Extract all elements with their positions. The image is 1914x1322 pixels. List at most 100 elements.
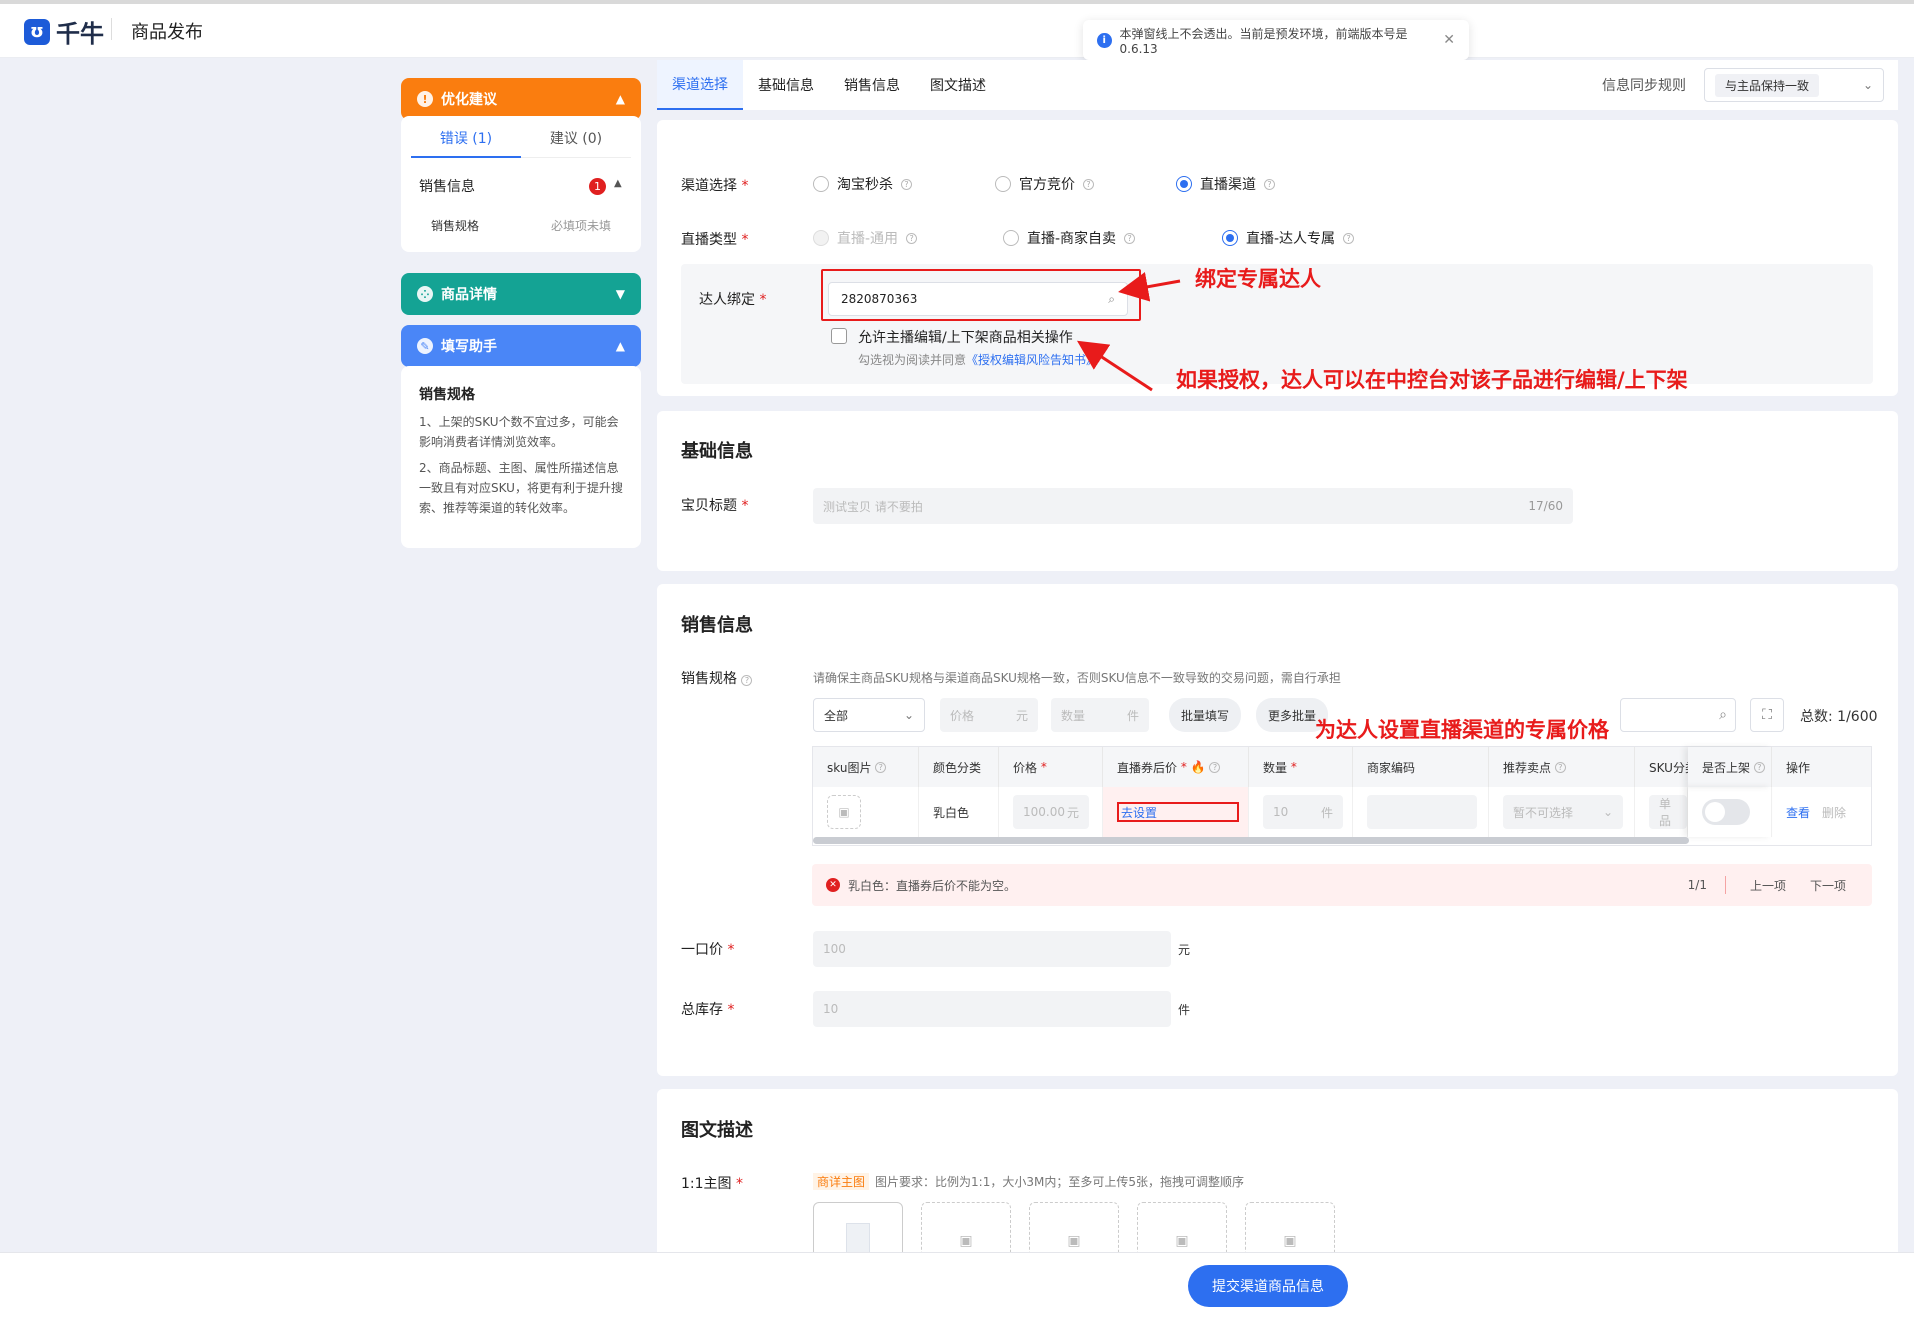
env-toast: i 本弹窗线上不会透出。当前是预发环境，前端版本号是0.6.13 ✕ [1083, 20, 1469, 60]
batch-qty-input[interactable]: 数量 件 [1051, 698, 1149, 732]
agreement-link[interactable]: 《授权编辑风险告知书》 [966, 353, 1098, 367]
sku-qty-input[interactable]: 10 件 [1263, 795, 1343, 829]
radio-circle-selected[interactable] [1222, 230, 1238, 246]
helper-panel-header[interactable]: ✎ 填写助手 ▲ [401, 325, 641, 367]
radio-circle[interactable] [1003, 230, 1019, 246]
help-icon[interactable]: ? [1343, 232, 1355, 244]
sync-rule-select[interactable]: 与主品保持一致 ⌄ [1704, 68, 1884, 102]
help-icon[interactable]: ? [1083, 178, 1094, 190]
sku-qty-value: 10 [1273, 805, 1289, 819]
error-group-label[interactable]: 销售信息 [419, 176, 475, 196]
search-icon[interactable]: ⌕ [1719, 707, 1727, 723]
batch-price-input[interactable]: 价格 元 [940, 698, 1038, 732]
radio-live-talent[interactable]: 直播-达人专属? [1222, 228, 1355, 248]
error-icon: ✕ [826, 878, 840, 892]
radio-live-channel[interactable]: 直播渠道? [1176, 174, 1275, 194]
search-icon[interactable]: ⌕ [1108, 292, 1115, 307]
app-logo[interactable]: ʊ 千牛 [24, 14, 104, 49]
column-header-text: 是否上架 [1702, 760, 1751, 775]
prev-error-button[interactable]: 上一项 [1750, 877, 1786, 894]
filter-select[interactable]: 全部 ⌄ [813, 698, 925, 732]
talent-id-input[interactable]: 2820870363 ⌕ [828, 282, 1128, 316]
sku-search-input[interactable]: ⌕ [1620, 698, 1736, 732]
chevron-up-icon[interactable]: ▲ [616, 92, 625, 106]
main-image-hint-row: 商详主图 图片要求：比例为1:1，大小3M内；至多可上传5张，拖拽可调整顺序 [813, 1173, 1244, 1190]
qianniu-logo-icon: ʊ [24, 18, 50, 45]
help-icon[interactable]: ? [901, 178, 912, 190]
fixed-price-label: 一口价 * [681, 942, 735, 958]
column-header-text: 数量 [1263, 760, 1288, 775]
delete-link[interactable]: 删除 [1822, 804, 1846, 821]
batch-fill-button[interactable]: 批量填写 [1169, 698, 1241, 732]
radio-official-bid[interactable]: 官方竞价? [995, 174, 1094, 194]
tab-suggestions[interactable]: 建议 (0) [521, 120, 631, 158]
spec-hint: 请确保主商品SKU规格与渠道商品SKU规格一致，否则SKU信息不一致导致的交易问… [813, 671, 1341, 685]
submit-button[interactable]: 提交渠道商品信息 [1188, 1265, 1348, 1307]
error-item-status: 必填项未填 [551, 219, 612, 233]
helper-tip: 1、上架的SKU个数不宜过多，可能会影响消费者详情浏览效率。 [419, 415, 619, 449]
table-scrollbar[interactable] [813, 837, 1689, 844]
allow-checkbox[interactable] [831, 328, 847, 344]
main-image-tag: 商详主图 [813, 1173, 870, 1190]
chevron-down-icon: ⌄ [1602, 805, 1613, 819]
info-icon: i [1097, 32, 1112, 48]
radio-label: 淘宝秒杀 [837, 177, 893, 193]
product-title-input[interactable]: 测试宝贝 请不要拍 17/60 [813, 488, 1573, 524]
tab-errors[interactable]: 错误 (1) [411, 120, 521, 158]
tab-basic[interactable]: 基础信息 [743, 60, 829, 110]
helper-heading: 销售规格 [419, 387, 475, 403]
tab-channel[interactable]: 渠道选择 [657, 60, 743, 110]
stock-input[interactable]: 10 [813, 991, 1171, 1027]
error-item-label[interactable]: 销售规格 [431, 217, 479, 234]
column-header: sku图片 ? [813, 747, 919, 787]
radio-taobao-flash[interactable]: 淘宝秒杀? [813, 174, 912, 194]
price-unit: 元 [1015, 708, 1028, 723]
tab-sales[interactable]: 销售信息 [829, 60, 915, 110]
radio-circle[interactable] [995, 176, 1011, 192]
product-title-value: 测试宝贝 请不要拍 [823, 499, 923, 514]
view-link[interactable]: 查看 [1786, 804, 1810, 821]
fixed-price-input[interactable]: 100 [813, 931, 1171, 967]
radio-circle[interactable] [813, 176, 829, 192]
listing-toggle[interactable] [1702, 799, 1750, 825]
help-icon[interactable]: ? [741, 675, 753, 686]
help-icon[interactable]: ? [1554, 761, 1566, 773]
help-icon[interactable]: ? [906, 232, 918, 244]
optimize-title: 优化建议 [441, 92, 497, 108]
help-icon[interactable]: ? [1264, 178, 1275, 190]
sku-price-input[interactable]: 100.00 元 [1013, 795, 1089, 829]
optimize-panel-header[interactable]: ! 优化建议 ▲ [401, 78, 641, 120]
radio-circle-selected[interactable] [1176, 176, 1192, 192]
help-icon[interactable]: ? [875, 761, 887, 773]
main-image-label-text: 1:1主图 [681, 1176, 732, 1192]
sku-price-cell: 100.00 元 [999, 787, 1103, 837]
merchant-code-input[interactable] [1367, 795, 1477, 829]
live-type-label: 直播类型 * [681, 232, 749, 248]
chevron-up-icon[interactable]: ▲ [614, 178, 622, 189]
sku-type-input[interactable]: 单品 [1649, 795, 1687, 829]
column-header: 商家编码 [1353, 747, 1489, 787]
selling-point-value: 暂不可选择 [1513, 805, 1574, 820]
fullscreen-icon[interactable]: ⛶ [1750, 698, 1784, 732]
toast-text: 本弹窗线上不会透出。当前是预发环境，前端版本号是0.6.13 [1119, 26, 1408, 56]
helper-tip: 2、商品标题、主图、属性所描述信息一致且有对应SKU，将更有利于提升搜索、推荐等… [419, 461, 623, 515]
chevron-down-icon[interactable]: ▼ [616, 287, 625, 301]
chevron-up-icon[interactable]: ▲ [616, 339, 625, 353]
next-error-button[interactable]: 下一项 [1810, 877, 1846, 894]
close-icon[interactable]: ✕ [1443, 32, 1455, 48]
radio-live-merchant[interactable]: 直播-商家自卖? [1003, 228, 1136, 248]
sync-rule-value: 与主品保持一致 [1715, 73, 1820, 97]
sku-color-cell: 乳白色 [919, 787, 999, 837]
title-field-label: 宝贝标题 * [681, 498, 749, 514]
coupon-set-link[interactable]: 去设置 [1117, 802, 1239, 822]
detail-panel-header[interactable]: ⁘ 商品详情 ▼ [401, 273, 641, 315]
tab-description[interactable]: 图文描述 [915, 60, 1001, 110]
help-icon[interactable]: ? [1124, 232, 1136, 244]
help-icon[interactable]: ? [1753, 761, 1765, 773]
image-placeholder-icon[interactable]: ▣ [827, 795, 861, 829]
live-type-label-text: 直播类型 [681, 232, 737, 248]
help-icon[interactable]: ? [1209, 761, 1221, 773]
selling-point-select[interactable]: 暂不可选择 ⌄ [1503, 795, 1623, 829]
page-title: 商品发布 [131, 22, 203, 43]
bottom-bar [0, 1252, 1914, 1322]
